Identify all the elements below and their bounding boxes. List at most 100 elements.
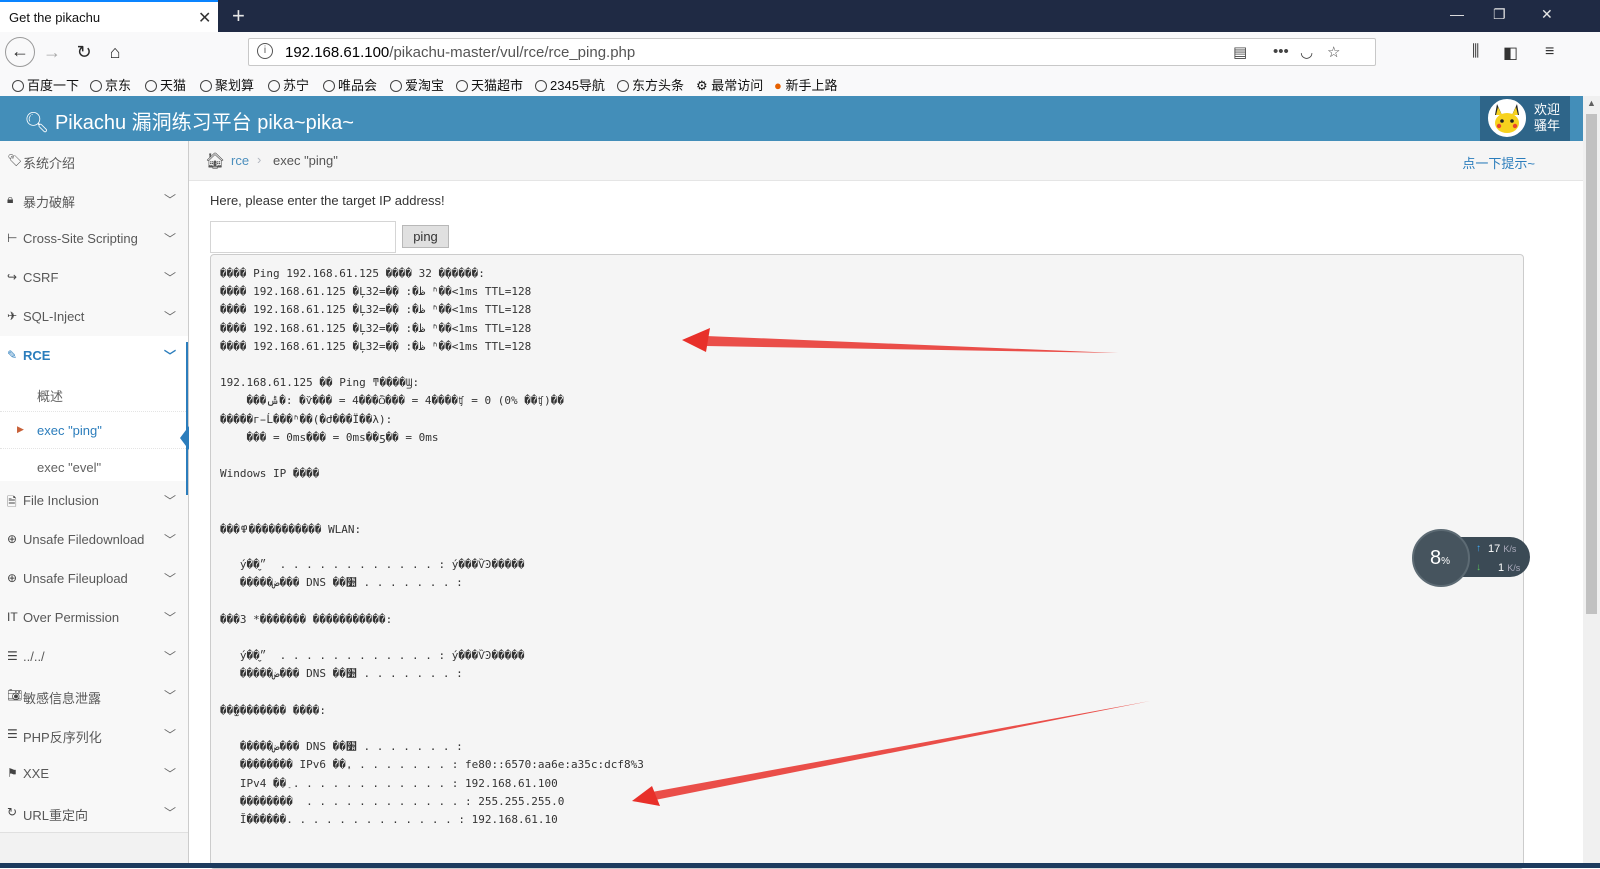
sidebar-item-xxe[interactable]: ⚑ XXE ﹀ [0,754,188,794]
download-arrow-icon: ↓ [1476,562,1481,573]
network-speed-widget[interactable]: ↑ 17 K/s ↓ 1 K/s 8% [1412,529,1532,587]
chevron-down-icon: ﹀ [163,349,176,363]
url-host: 192.168.61.100 [285,44,390,61]
new-tab-icon[interactable]: + [232,3,245,29]
bookmark-item[interactable]: 唯品会 [323,75,377,94]
url-text: 192.168.61.100/pikachu-master/vul/rce/rc… [285,44,635,61]
browser-tab-bar: Get the pikachu ✕ + — ❐ ✕ [0,0,1600,32]
sidebar-item-info-leak[interactable]: 📷︎ 敏感信息泄露 ﹀ [0,676,188,716]
address-bar[interactable]: i 192.168.61.100/pikachu-master/vul/rce/… [248,38,1376,66]
reload-icon[interactable]: ↻ [70,38,98,66]
sidebar-item-label: Cross-Site Scripting [23,231,138,246]
sidebar-item-label: Unsafe Fileupload [23,571,128,586]
sidebar-item-intro[interactable]: 🏷︎ 系统介绍 [0,141,188,181]
bookmark-item[interactable]: 2345导航 [535,75,605,94]
breadcrumb-current: exec "ping" [273,153,338,168]
breadcrumb-separator: › [257,152,262,167]
sitemap-icon: ⊢ [7,231,18,245]
sidebar-item-xss[interactable]: ⊢ Cross-Site Scripting ﹀ [0,219,188,259]
page-scrollbar[interactable]: ▲ [1583,96,1600,863]
bookmark-item[interactable]: 京东 [90,75,131,94]
hint-link[interactable]: 点一下提示~ [1462,153,1535,172]
back-arrow-icon[interactable]: ← [5,37,35,67]
chevron-down-icon: ﹀ [163,650,176,664]
sidebar-item-unsafe-fileupload[interactable]: ⊕ Unsafe Fileupload ﹀ [0,559,188,599]
sidebar-item-label: CSRF [23,270,59,285]
home-icon[interactable]: 🏠︎ [205,151,225,171]
sidebar-subitem-overview[interactable]: 概述 [0,375,188,412]
sidebar-item-csrf[interactable]: ↪ CSRF ﹀ [0,258,188,298]
main-content: Here, please enter the target IP address… [189,181,1583,869]
ip-address-input[interactable] [210,221,396,253]
sidebar-item-sql-inject[interactable]: ✈ SQL-Inject ﹀ [0,297,188,337]
output-line: �����ض��� DNS ��׺ . . . . . . . : [220,667,463,681]
tags-icon: 🏷︎ [7,153,23,167]
bookmark-item[interactable]: 东方头条 [617,75,684,94]
output-line: �������� IPv6 ��ַ. . . . . . . . : fe80:… [220,758,644,772]
cpu-usage-circle: 8% [1412,529,1470,587]
sidebar-item-label: ../../ [23,649,45,664]
home-icon[interactable]: ⌂ [101,38,129,66]
globe-icon [145,80,157,92]
window-close-icon[interactable]: ✕ [1541,6,1553,23]
avatar [1488,99,1526,137]
bookmark-item[interactable]: 爱淘宝 [390,75,444,94]
active-item-pointer [180,426,189,450]
chevron-down-icon: ﹀ [163,232,176,246]
bookmark-item[interactable]: 百度一下 [12,75,79,94]
hamburger-menu-icon[interactable]: ≡ [1545,43,1554,61]
sidebar-item-dir-traversal[interactable]: ☰ ../../ ﹀ [0,637,188,677]
bookmark-item[interactable]: 天猫超市 [456,75,523,94]
upload-icon: ⊕ [7,571,18,585]
bookmark-item[interactable]: 苏宁 [268,75,309,94]
browser-tab[interactable]: Get the pikachu ✕ [0,0,218,32]
user-menu[interactable]: 欢迎 骚年 [1480,96,1570,141]
breadcrumb-link-rce[interactable]: rce [231,153,249,168]
sidebar-item-label: Unsafe Filedownload [23,532,145,547]
globe-icon [535,80,547,92]
chevron-down-icon: ﹀ [163,271,176,285]
close-tab-icon[interactable]: ✕ [198,8,211,28]
ping-button[interactable]: ping [402,225,449,248]
bookmark-item[interactable]: ⚙ 最常访问 [696,75,763,94]
sidebar-item-php-unserialize[interactable]: ☰ PHP反序列化 ﹀ [0,715,188,755]
chevron-down-icon: ﹀ [163,689,176,703]
scrollbar-thumb[interactable] [1586,114,1597,614]
brand[interactable]: 🔍︎ Pikachu 漏洞练习平台 pika~pika~ [24,106,354,135]
bookmark-item[interactable]: ● 新手上路 [774,75,837,94]
bookmark-star-icon[interactable]: ☆ [1327,43,1340,61]
os-taskbar [0,863,1600,868]
sidebar-item-brute-force[interactable]: 🔒︎ 暴力破解 ﹀ [0,180,188,220]
sidebar-toggle-icon[interactable]: ◧ [1503,43,1518,63]
globe-icon [268,80,280,92]
plane-icon: ✈ [7,309,18,323]
forward-arrow-icon[interactable]: → [38,38,66,66]
active-section-indicator [186,342,188,495]
page-actions-icon[interactable]: ••• [1273,43,1289,60]
output-line: ý��״̬ . . . . . . . . . . . . : ý���ѶϿ��… [220,649,525,663]
prompt-text: Here, please enter the target IP address… [210,193,445,208]
sidebar-item-url-redirect[interactable]: ↻ URL重定向 ﹀ [0,793,188,833]
scroll-up-icon[interactable]: ▲ [1587,98,1596,108]
minimize-icon[interactable]: — [1450,6,1464,22]
output-line: ���� 192.168.61.125 �Ļظ�: �ֽ�=32 ʱ��<1ms… [220,285,532,299]
sidebar-item-unsafe-filedownload[interactable]: ⊕ Unsafe Filedownload ﹀ [0,520,188,560]
sidebar-item-over-permission[interactable]: IT Over Permission ﹀ [0,598,188,638]
breadcrumb: 🏠︎ rce › exec "ping" 点一下提示~ [189,141,1583,181]
download-speed: 1 K/s [1498,562,1521,574]
sidebar-item-label: 敏感信息泄露 [23,691,102,706]
site-info-icon[interactable]: i [257,43,273,59]
pocket-icon[interactable]: ◡ [1300,43,1313,61]
sidebar-item-label: PHP反序列化 [23,730,102,745]
sidebar-item-file-inclusion[interactable]: 🗎 File Inclusion ﹀ [0,481,188,521]
bookmark-item[interactable]: 聚划算 [200,75,254,94]
output-line: ���3 *������� �����������: [220,612,393,626]
output-line: Ĭ������. . . . . . . . . . . . . : 192.1… [220,813,558,826]
chevron-down-icon: ﹀ [163,806,176,820]
bookmark-item[interactable]: 天猫 [145,75,186,94]
sidebar-subitem-exec-ping[interactable]: ▶ exec "ping" [0,412,188,449]
sidebar-item-rce[interactable]: ✎ RCE ﹀ [0,336,188,376]
reader-view-icon[interactable]: ▤ [1233,43,1247,61]
library-icon[interactable]: ⫼ [1472,43,1479,61]
restore-icon[interactable]: ❐ [1493,6,1506,23]
